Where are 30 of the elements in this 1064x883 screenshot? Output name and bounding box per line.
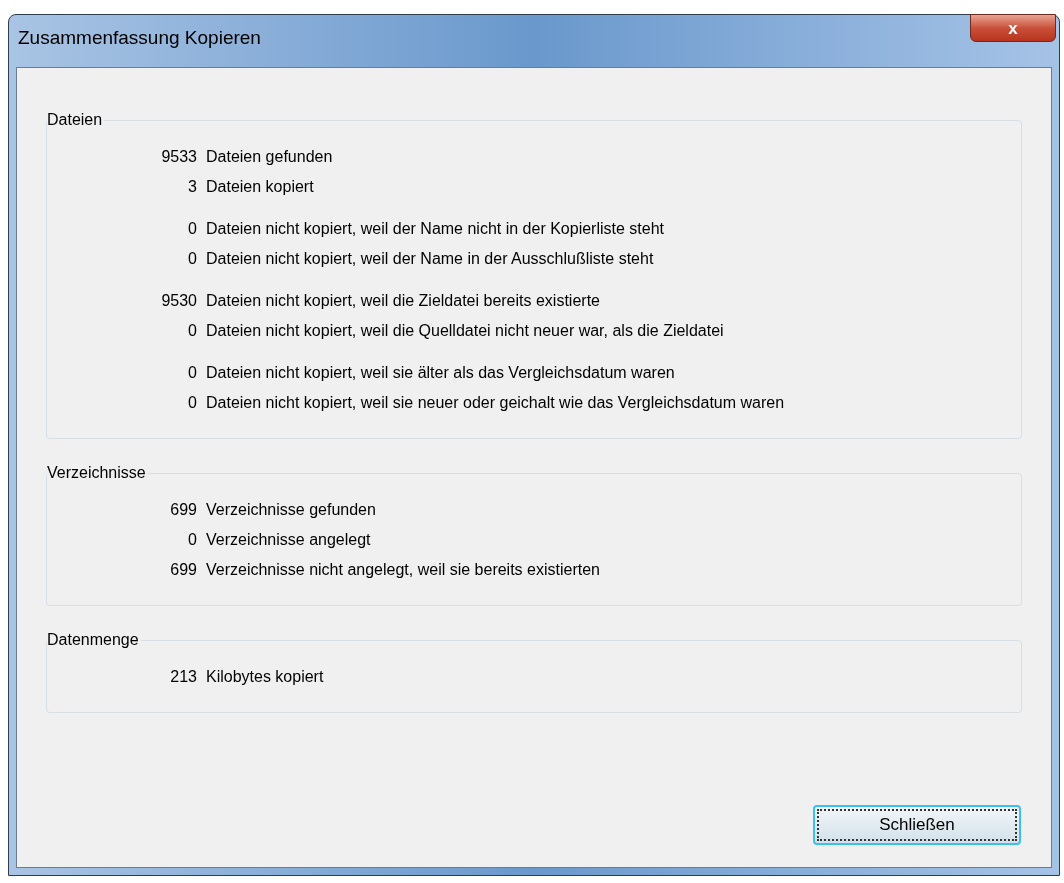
close-dialog-button[interactable]: Schließen [813,805,1021,845]
summary-label: Dateien nicht kopiert, weil der Name nicht in der Kopierliste steht [206,219,664,239]
count-value: 9530 [160,291,197,311]
count-value: 0 [187,249,197,269]
count-value: 699 [169,560,197,580]
group-title: Verzeichnisse [47,463,147,483]
count-value: 699 [169,500,197,520]
close-button[interactable]: x [970,14,1056,42]
group-title: Datenmenge [47,630,140,650]
summary-label: Kilobytes kopiert [206,667,324,687]
count-value: 9533 [160,147,197,167]
count-value: 0 [187,321,197,341]
summary-label: Verzeichnisse angelegt [206,530,371,550]
summary-label: Dateien kopiert [206,177,314,197]
count-value: 0 [187,530,197,550]
count-value: 0 [187,393,197,413]
summary-label: Dateien nicht kopiert, weil der Name in der Ausschlußliste steht [206,249,654,269]
count-value: 213 [169,667,197,687]
group-title: Dateien [47,110,104,130]
summary-label: Dateien nicht kopiert, weil die Quelldatei nicht neuer war, als die Zieldatei [206,321,724,341]
count-value: 3 [187,177,197,197]
summary-label: Dateien nicht kopiert, weil die Zieldatei bereits existierte [206,291,600,311]
summary-label: Dateien gefunden [206,147,333,167]
summary-label: Dateien nicht kopiert, weil sie älter als das Vergleichsdatum waren [206,363,675,383]
count-value: 0 [187,363,197,383]
summary-label: Verzeichnisse gefunden [206,500,376,520]
summary-label: Dateien nicht kopiert, weil sie neuer oder geichalt wie das Vergleichsdatum waren [206,393,785,413]
summary-label: Verzeichnisse nicht angelegt, weil sie bereits existierten [206,560,600,580]
count-value: 0 [187,219,197,239]
window-title: Zusammenfassung Kopieren [18,26,261,50]
